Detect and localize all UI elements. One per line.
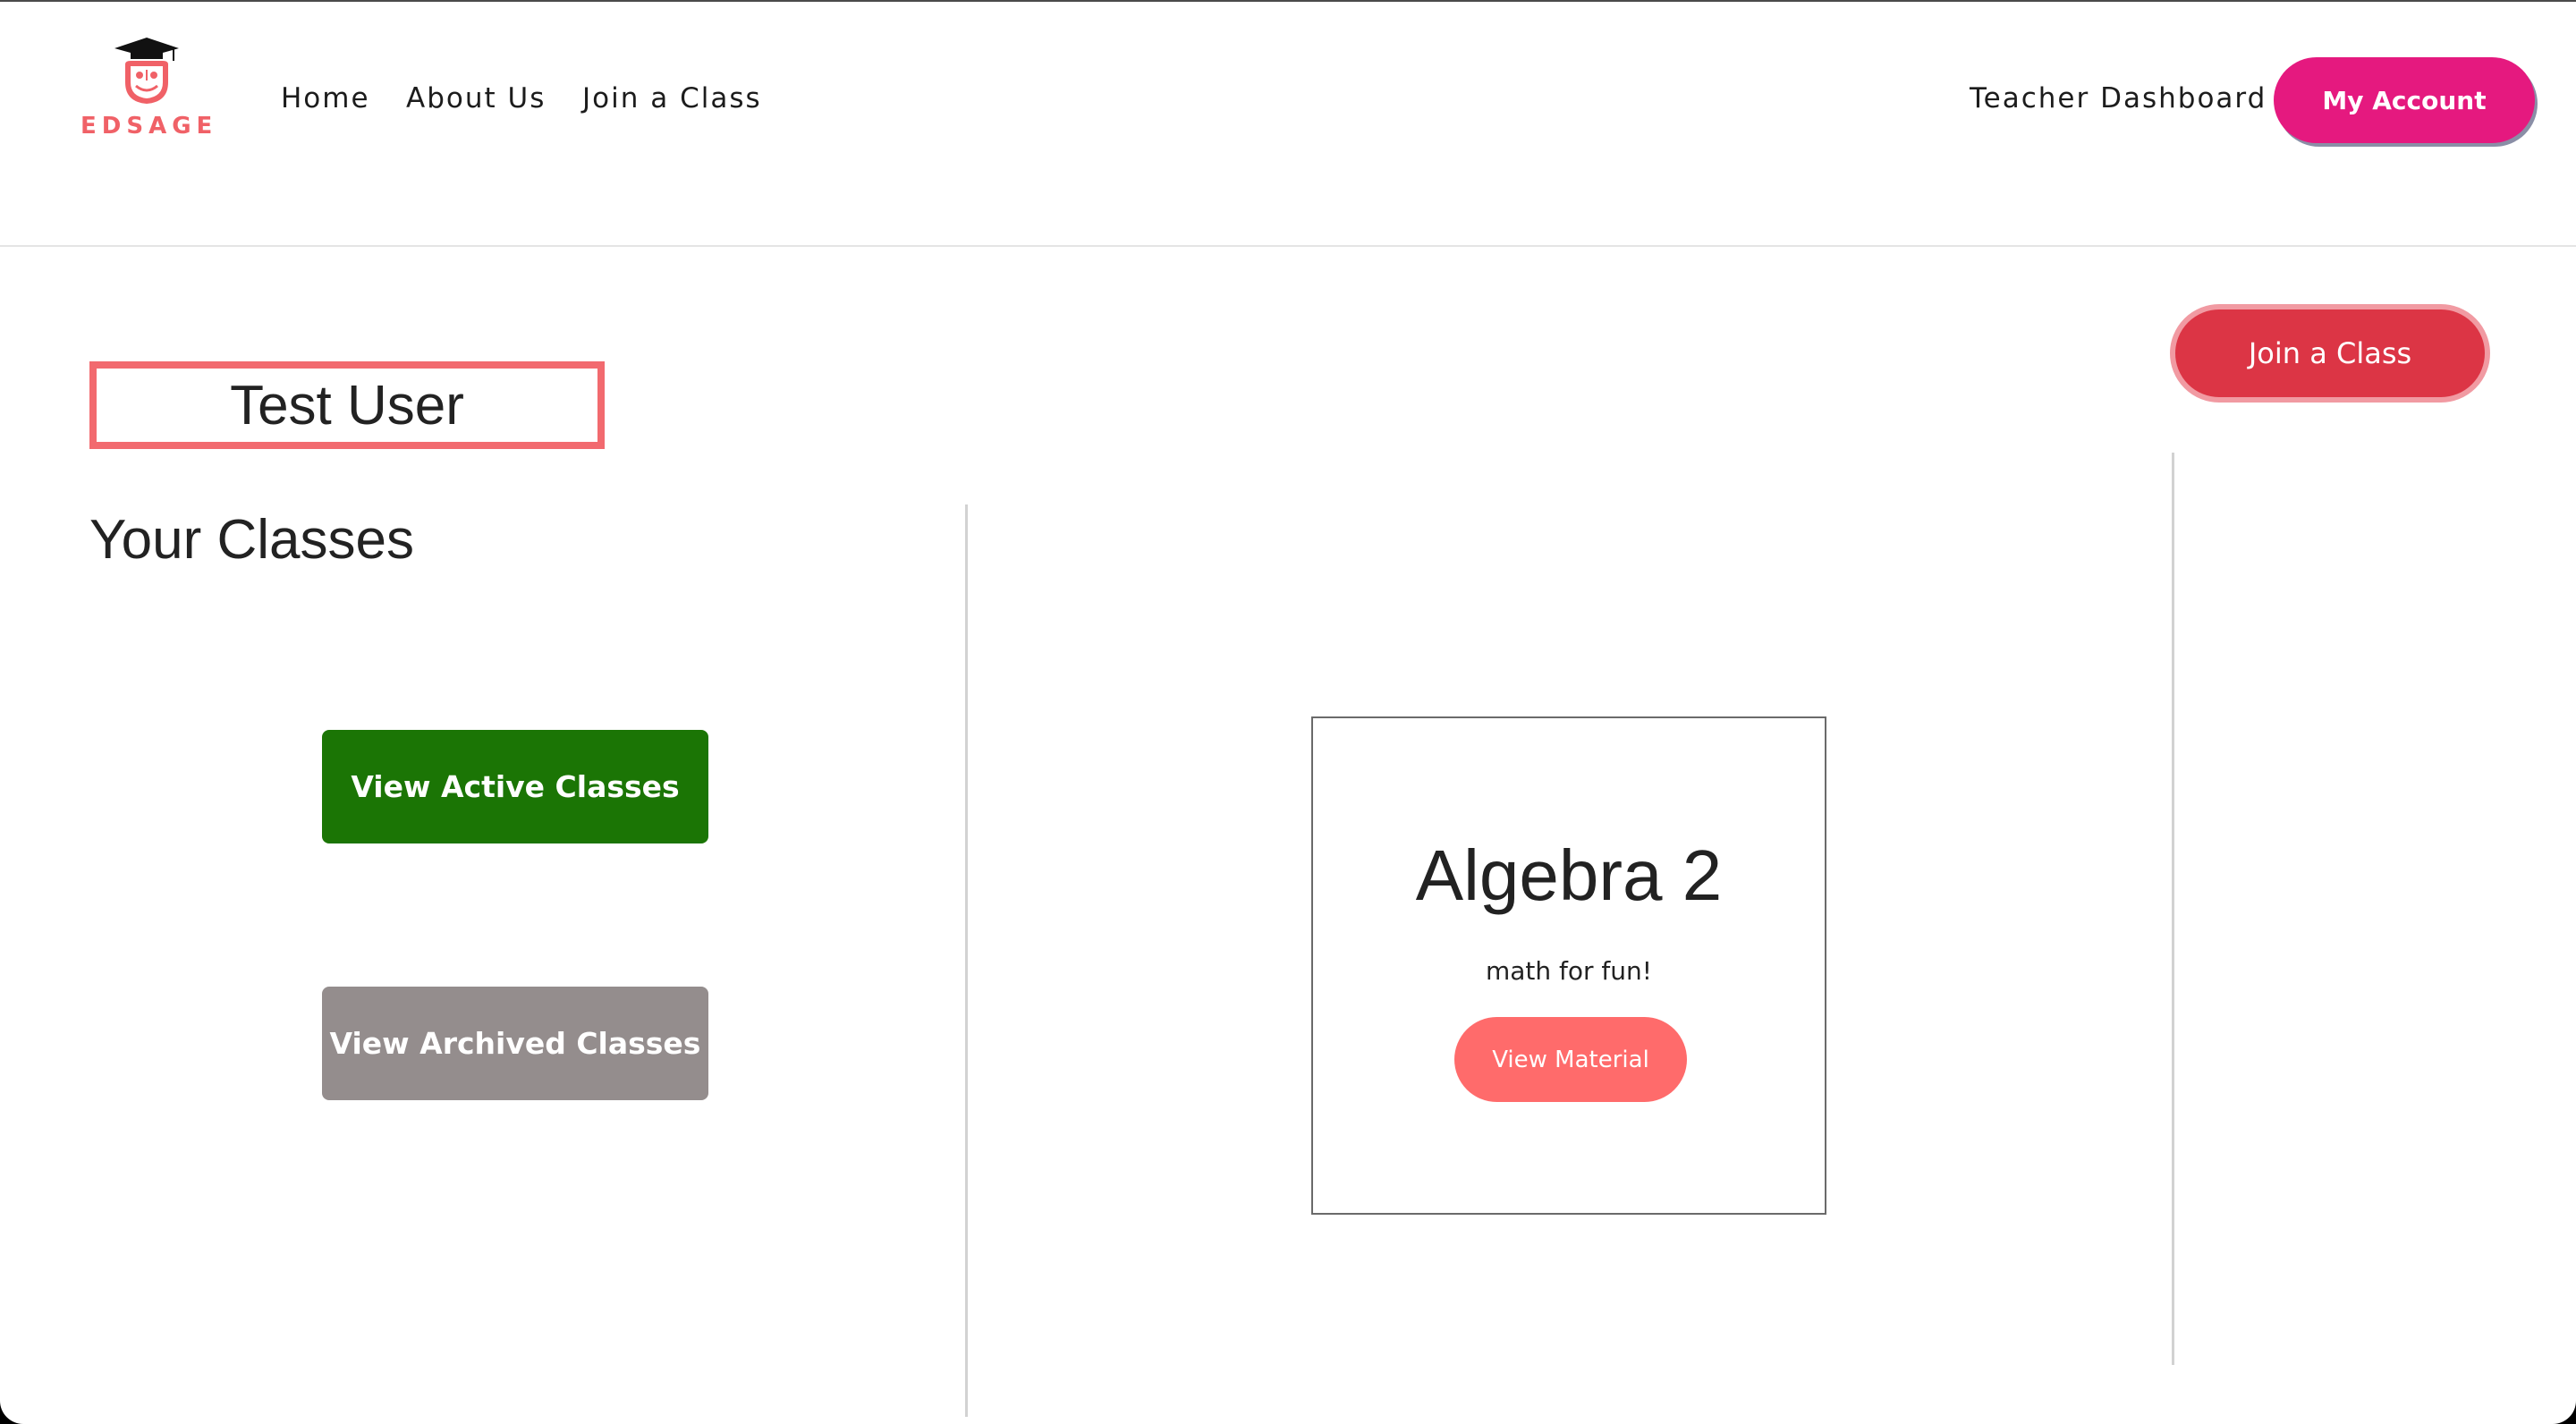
left-divider [965, 504, 968, 1417]
right-divider [2172, 453, 2174, 1365]
owl-graduate-icon [114, 38, 179, 104]
nav-about-us[interactable]: About Us [406, 82, 546, 114]
class-description: math for fun! [1485, 956, 1653, 986]
brand-logo[interactable]: EDSAGE [80, 34, 215, 145]
app-window: EDSAGE Home About Us Join a Class Teache… [0, 0, 2576, 1424]
top-navbar: EDSAGE Home About Us Join a Class Teache… [0, 2, 2576, 247]
class-card: Algebra 2 math for fun! View Material [1311, 716, 1826, 1215]
nav-teacher-dashboard[interactable]: Teacher Dashboard [1970, 82, 2267, 114]
class-title: Algebra 2 [1415, 835, 1723, 915]
nav-join-class[interactable]: Join a Class [582, 82, 762, 114]
my-account-button[interactable]: My Account [2274, 57, 2535, 143]
brand-name: EDSAGE [80, 113, 218, 140]
user-name-heading: Test User [89, 361, 605, 449]
join-class-button[interactable]: Join a Class [2170, 304, 2490, 403]
your-classes-heading: Your Classes [89, 509, 415, 571]
nav-home[interactable]: Home [281, 82, 370, 114]
view-material-button[interactable]: View Material [1454, 1017, 1687, 1102]
view-archived-classes-button[interactable]: View Archived Classes [322, 987, 708, 1100]
view-active-classes-button[interactable]: View Active Classes [322, 730, 708, 843]
